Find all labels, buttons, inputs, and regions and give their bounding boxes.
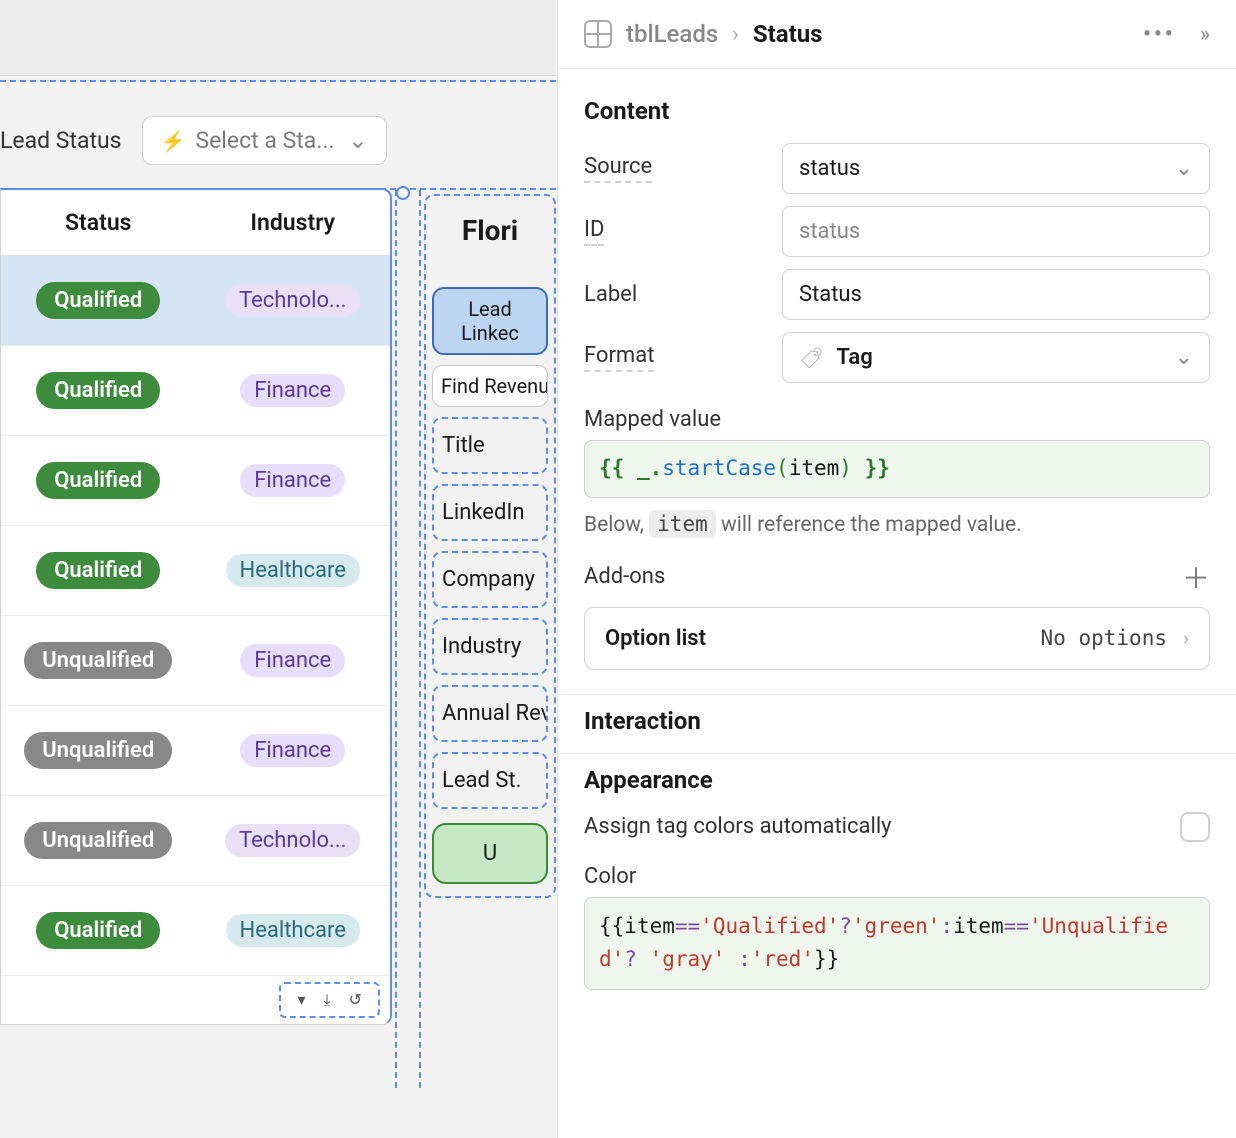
collapse-panel-icon[interactable]: » [1200,22,1210,47]
id-input[interactable]: status [782,206,1210,257]
detail-card[interactable]: Flori Lead Linkec Find Revenu Title Linke… [424,194,556,898]
color-title: Color [584,864,1210,889]
download-icon[interactable]: ⤓ [324,990,331,1010]
mapped-value-title: Mapped value [584,407,1210,432]
action-button-green[interactable]: U [432,823,548,884]
divider [558,694,1236,695]
table-footer: ▾ ⤓ ↺ [1,976,390,1024]
select-placeholder: Select a Sta... [195,127,334,154]
table-icon [584,20,612,48]
auto-colors-label: Assign tag colors automatically [584,814,892,839]
industry-badge: Healthcare [226,914,360,947]
lead-status-select[interactable]: ⚡ Select a Sta... ⌄ [142,116,387,165]
industry-badge: Finance [240,734,345,767]
vertical-dash-guide [395,190,421,1088]
table-row[interactable]: Unqualified Finance [1,706,390,796]
table-row[interactable]: Qualified Technolo... [1,256,390,346]
col-header-industry[interactable]: Industry [196,209,391,236]
addons-title: Add-ons [584,564,665,589]
bolt-icon: ⚡ [161,129,186,153]
format-label: Format [584,343,654,372]
option-list-row[interactable]: Option list No options › [584,607,1210,670]
table-row[interactable]: Qualified Finance [1,346,390,436]
lead-status-label: Lead Status [0,127,122,154]
section-content-title: Content [584,97,1210,125]
detail-field[interactable]: Company [432,551,548,608]
source-select[interactable]: status ⌄ [782,143,1210,194]
table-row[interactable]: Qualified Healthcare [1,886,390,976]
auto-colors-checkbox[interactable] [1180,812,1210,842]
canvas-area: Lead Status ⚡ Select a Sta... ⌄ Status I… [0,0,556,1138]
chevron-right-icon: › [1183,626,1189,650]
col-header-status[interactable]: Status [1,209,196,236]
detail-field[interactable]: Lead St. [432,752,548,809]
industry-badge: Technolo... [225,824,360,857]
breadcrumb-separator: › [732,22,739,47]
chevron-down-icon: ⌄ [1175,156,1193,181]
detail-field[interactable]: Title [432,417,548,474]
detail-title: Flori [426,196,554,277]
top-toolbar-blank [0,0,556,76]
detail-field[interactable]: Industry [432,618,548,675]
industry-badge: Finance [240,374,345,407]
status-badge: Qualified [36,372,160,409]
divider [558,753,1236,754]
inspector-panel: tblLeads › Status ••• » Content Source s… [557,0,1236,1138]
refresh-icon[interactable]: ↺ [349,990,362,1010]
leads-table[interactable]: Status Industry QualifiedTechnolo...Qual… [0,188,392,1025]
format-select[interactable]: 🏷 Tag ⌄ [782,332,1210,383]
table-row[interactable]: Qualified Healthcare [1,526,390,616]
more-menu-icon[interactable]: ••• [1143,22,1176,47]
label-input[interactable]: Status [782,269,1210,320]
status-badge: Qualified [36,552,160,589]
table-row[interactable]: Unqualified Finance [1,616,390,706]
section-appearance-title: Appearance [584,766,1210,794]
id-label: ID [584,217,604,246]
table-header-row: Status Industry [1,190,390,256]
status-badge: Qualified [36,912,160,949]
mapped-value-input[interactable]: {{ _.startCase(item) }} [584,440,1210,498]
status-badge: Qualified [36,282,160,319]
breadcrumb-field: Status [753,20,823,48]
table-row[interactable]: Unqualified Technolo... [1,796,390,886]
status-badge: Qualified [36,462,160,499]
industry-badge: Healthcare [226,554,360,587]
label-label: Label [584,282,764,307]
breadcrumb-table[interactable]: tblLeads [626,20,718,48]
table-row[interactable]: Qualified Finance [1,436,390,526]
detail-field[interactable]: LinkedIn [432,484,548,541]
tag-icon: 🏷 [800,345,824,370]
filter-bar-region: Lead Status ⚡ Select a Sta... ⌄ [0,80,556,190]
section-interaction-title[interactable]: Interaction [584,707,1210,735]
chevron-down-icon: ⌄ [1175,345,1193,370]
panel-breadcrumb: tblLeads › Status ••• » [558,0,1236,69]
status-badge: Unqualified [24,822,172,859]
status-badge: Unqualified [24,732,172,769]
add-addon-button[interactable]: ＋ [1182,557,1210,597]
industry-badge: Technolo... [225,284,360,317]
source-label: Source [584,154,652,183]
status-badge: Unqualified [24,642,172,679]
industry-badge: Finance [240,464,345,497]
color-expression-input[interactable]: {{item=='Qualified'?'green':item=='Unqua… [584,897,1210,990]
lead-source-tag[interactable]: Lead Linkec [432,287,548,355]
find-revenue-chip[interactable]: Find Revenu [432,365,548,407]
industry-badge: Finance [240,644,345,677]
filter-icon[interactable]: ▾ [297,990,305,1010]
detail-field[interactable]: Annual Revenue [432,685,548,742]
chevron-down-icon: ⌄ [348,127,367,154]
mapped-value-note: Below, item will reference the mapped va… [584,512,1210,537]
